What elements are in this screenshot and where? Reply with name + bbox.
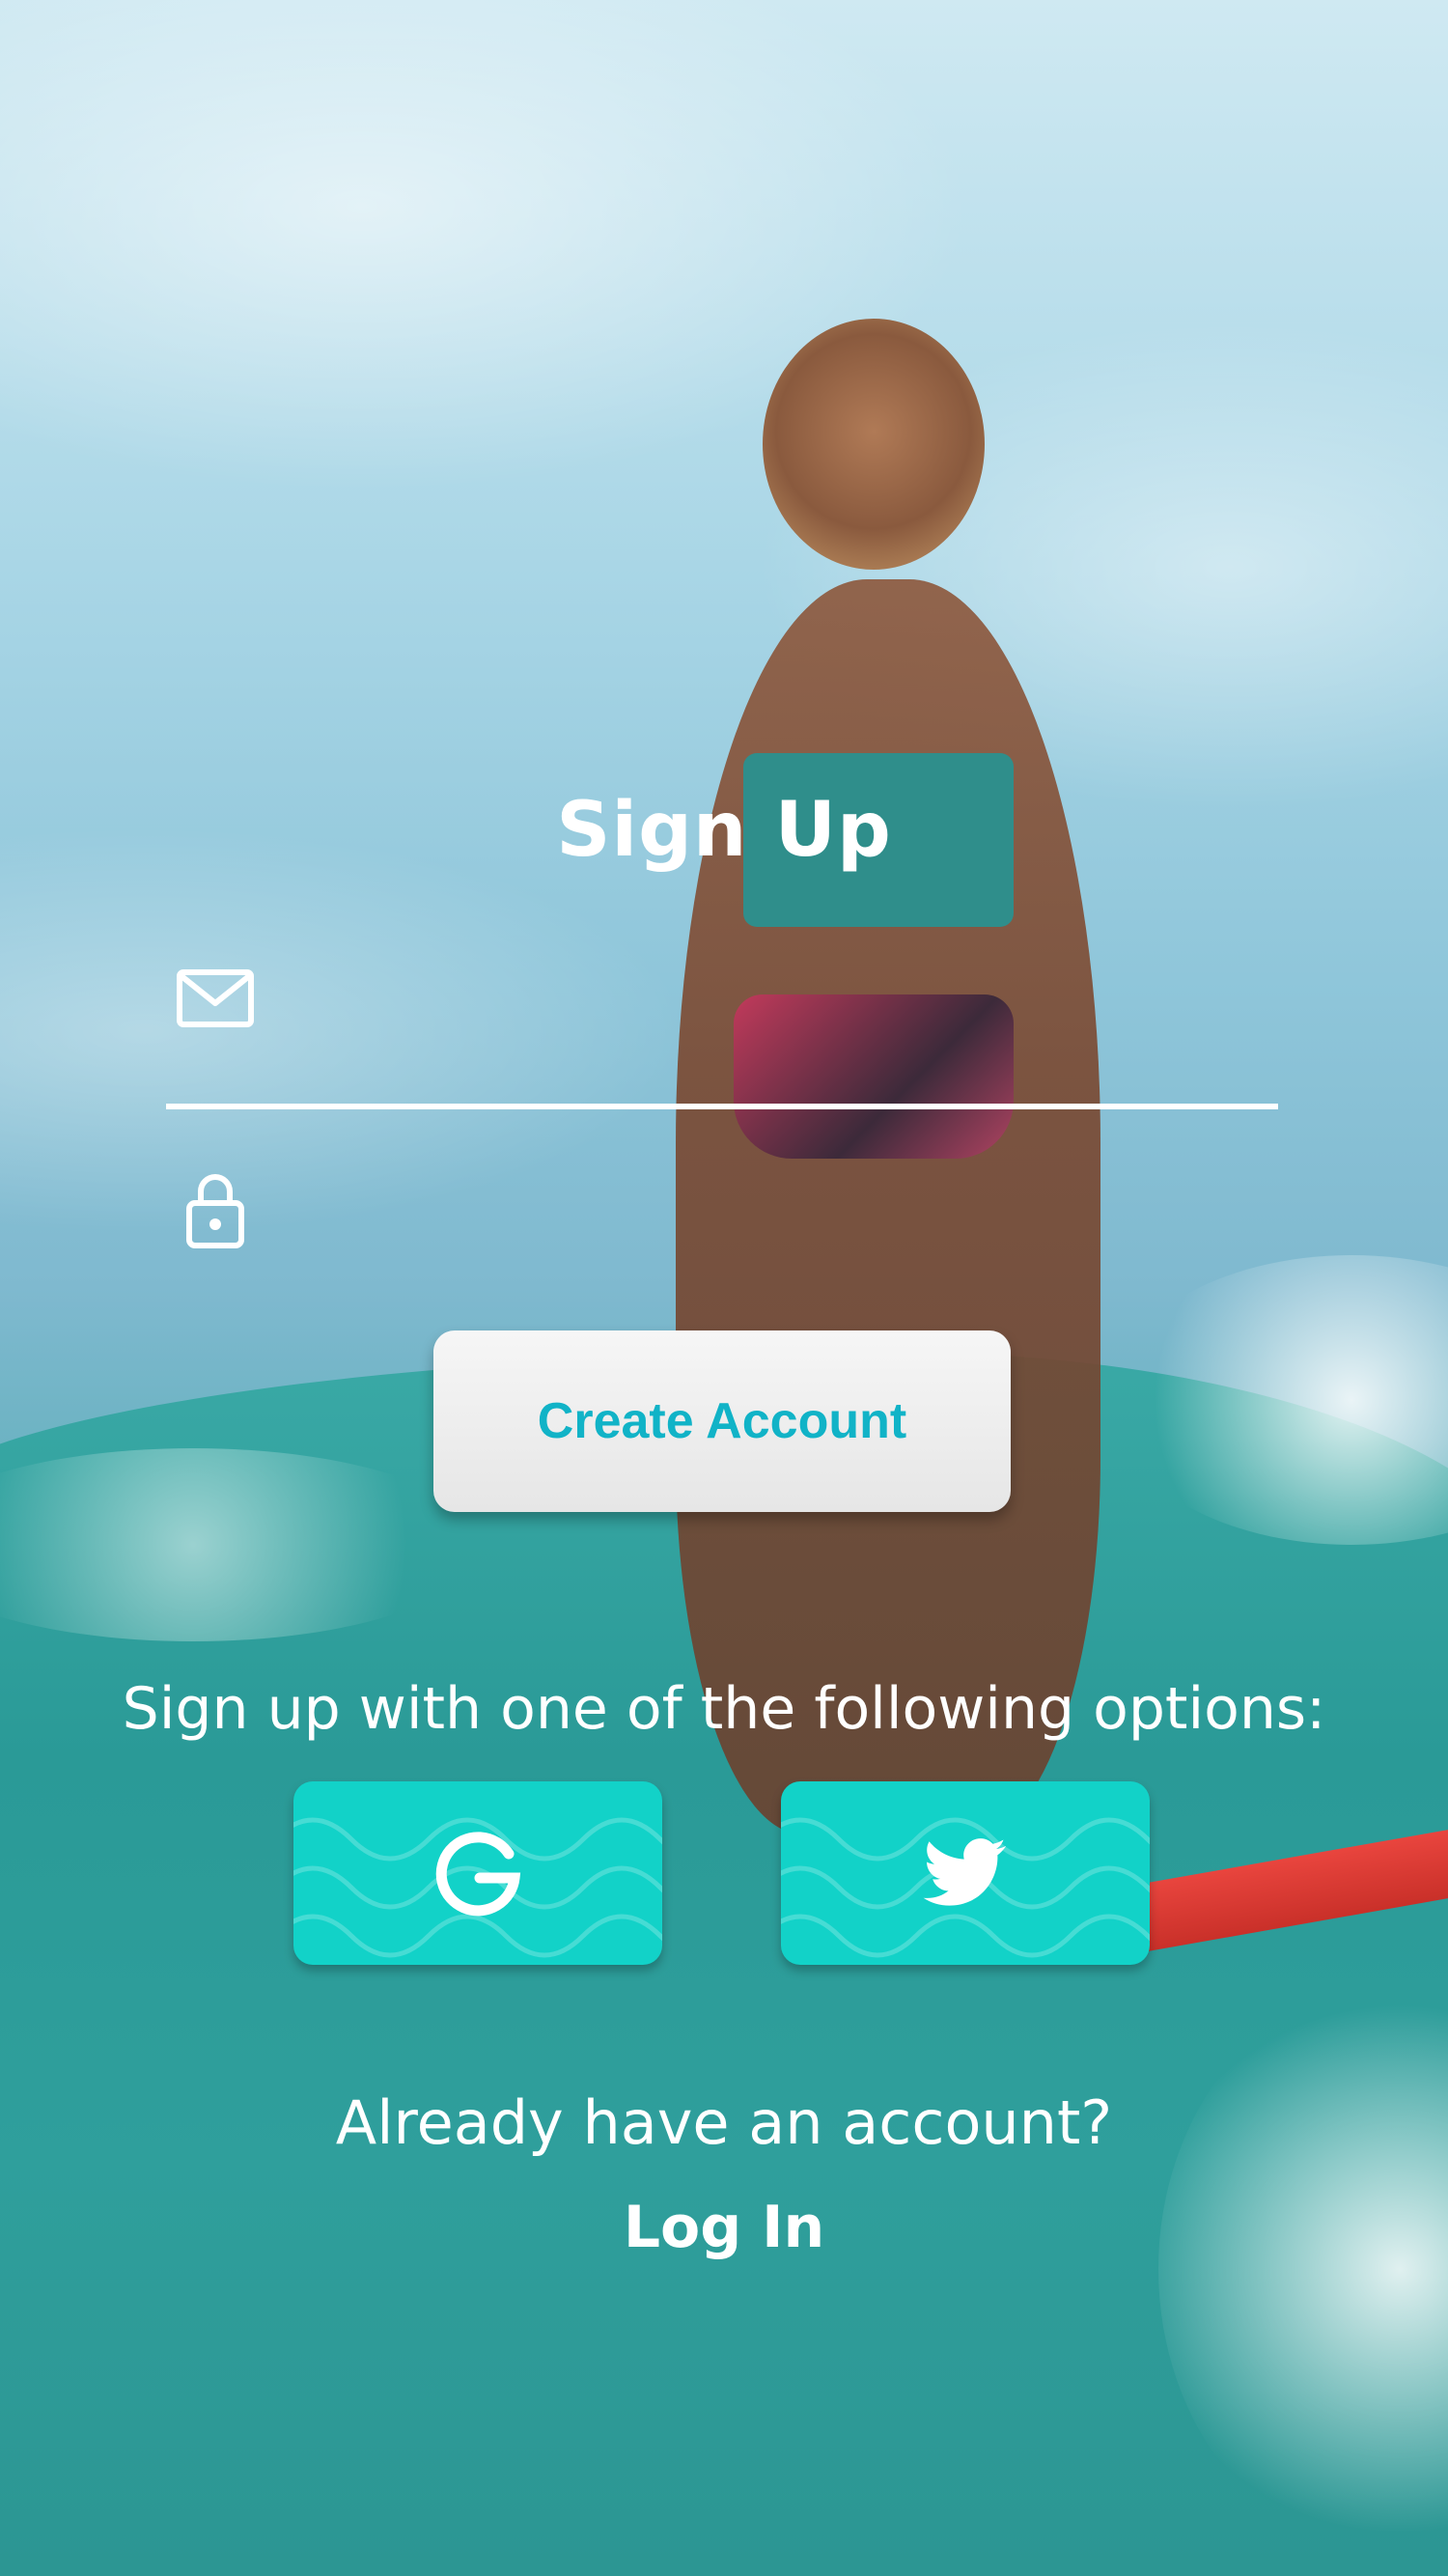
email-underline [166,1104,1278,1109]
already-have-account-text: Already have an account? [335,2087,1113,2158]
twitter-sign-up-button[interactable] [781,1781,1150,1965]
password-field[interactable] [166,1151,1278,1267]
google-sign-up-button[interactable] [293,1781,662,1965]
email-input[interactable] [292,961,1261,1040]
email-field[interactable] [166,941,1278,1109]
sign-up-screen: Sign Up Create Account Sign up with one … [0,0,1448,2576]
background-surfer [763,319,985,570]
twitter-icon [923,1838,1006,1906]
social-options-prompt: Sign up with one of the following option… [122,1675,1326,1743]
lock-icon [186,1174,244,1248]
mail-icon [177,969,254,1027]
page-title: Sign Up [556,787,892,874]
google-icon [435,1832,521,1917]
password-input[interactable] [292,1170,1261,1249]
log-in-link[interactable]: Log In [0,2194,1448,2261]
create-account-button[interactable]: Create Account [433,1330,1011,1512]
